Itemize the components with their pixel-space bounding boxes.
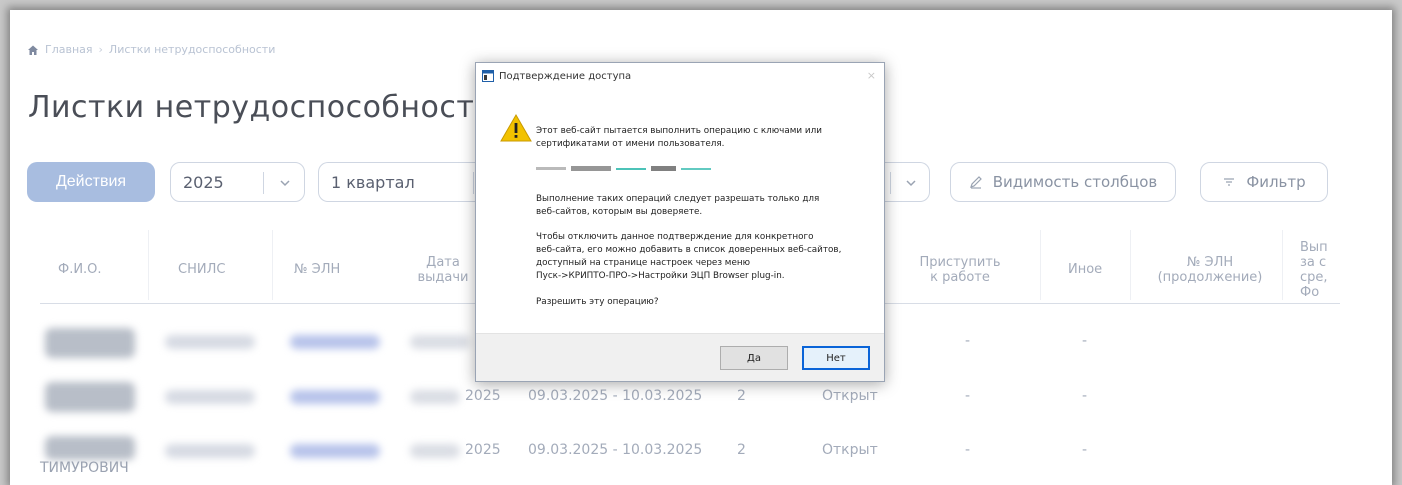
warning-icon xyxy=(500,113,532,142)
header-eln[interactable]: № ЭЛН xyxy=(294,262,340,277)
column-separator xyxy=(272,230,273,300)
breadcrumb-current: Листки нетрудоспособности xyxy=(108,43,276,56)
blurred-name xyxy=(45,328,135,358)
header-paid[interactable]: Вып за с сре, Фо xyxy=(1300,240,1340,300)
header-fio[interactable]: Ф.И.О. xyxy=(58,262,102,277)
actions-button[interactable]: Действия xyxy=(27,162,155,202)
cell-status: Открыт xyxy=(822,388,878,404)
filter-icon xyxy=(1224,178,1235,186)
column-separator xyxy=(1282,230,1283,300)
cell-period: 09.03.2025 - 10.03.2025 xyxy=(528,442,703,458)
breadcrumb: Главная › Листки нетрудоспособности xyxy=(27,43,275,56)
header-paid-line1: Вып xyxy=(1300,240,1328,255)
breadcrumb-separator: › xyxy=(98,43,103,56)
dialog-message-line: веб-сайтов, которым вы доверяете. xyxy=(536,207,703,217)
header-start-work[interactable]: Приступить к работе xyxy=(905,255,1015,285)
hidden-select-end[interactable] xyxy=(880,162,930,202)
dialog-titlebar[interactable]: Подтверждение доступа xyxy=(476,63,884,89)
blurred-eln-link[interactable] xyxy=(290,444,380,458)
no-button[interactable]: Нет xyxy=(802,346,870,370)
redacted-certificate-subject xyxy=(536,166,711,171)
cell-start-work: - xyxy=(965,333,971,349)
blurred-eln-link[interactable] xyxy=(290,335,380,349)
dialog-message-line: Выполнение таких операций следует разреш… xyxy=(536,194,820,204)
page-title: Листки нетрудоспособности xyxy=(28,90,530,125)
year-select-value: 2025 xyxy=(183,172,224,192)
blurred-snils xyxy=(165,444,255,458)
app-window: Главная › Листки нетрудоспособности Лист… xyxy=(10,10,1392,485)
close-icon[interactable]: × xyxy=(867,69,876,82)
column-separator xyxy=(1040,230,1041,300)
quarter-select[interactable]: 1 квартал xyxy=(318,162,488,202)
cell-status: Открыт xyxy=(822,442,878,458)
cell-days: 2 xyxy=(737,388,746,404)
blurred-date xyxy=(410,335,470,349)
select-divider xyxy=(263,172,264,194)
header-start-work-line1: Приступить xyxy=(919,255,1001,270)
cell-period: 09.03.2025 - 10.03.2025 xyxy=(528,388,703,404)
header-issue-date-line1: Дата xyxy=(426,255,460,270)
quarter-select-value: 1 квартал xyxy=(331,172,415,192)
column-separator xyxy=(148,230,149,300)
dialog-message-line: Этот веб-сайт пытается выполнить операци… xyxy=(536,126,822,136)
select-divider xyxy=(890,172,891,194)
cell-days: 2 xyxy=(737,442,746,458)
blurred-snils xyxy=(165,390,255,404)
cell-partial-name: ТИМУРОВИЧ xyxy=(40,460,129,476)
page-title-text: Листки нетрудоспособности xyxy=(28,90,495,125)
cell-other: - xyxy=(1082,333,1088,349)
dialog-message-line: Пуск->КРИПТО-ПРО->Настройки ЭЦП Browser … xyxy=(536,271,785,281)
year-select[interactable]: 2025 xyxy=(170,162,305,202)
header-eln-cont-line2: (продолжение) xyxy=(1157,270,1263,285)
pencil-icon xyxy=(969,176,982,189)
breadcrumb-home-link[interactable]: Главная xyxy=(45,43,93,56)
blurred-snils xyxy=(165,335,255,349)
dialog-message-line: Чтобы отключить данное подтверждение для… xyxy=(536,232,814,242)
header-issue-date[interactable]: Дата выдачи xyxy=(413,255,473,285)
cell-start-work: - xyxy=(965,388,971,404)
header-snils[interactable]: СНИЛС xyxy=(178,262,225,277)
chevron-down-icon xyxy=(280,180,290,187)
blurred-eln-link[interactable] xyxy=(290,390,380,404)
cell-other: - xyxy=(1082,388,1088,404)
cell-date-tail: 2025 xyxy=(465,442,501,458)
filter-button[interactable]: Фильтр xyxy=(1200,162,1328,202)
chevron-down-icon xyxy=(906,180,916,187)
dialog-question: Разрешить эту операцию? xyxy=(536,297,659,307)
app-window-icon xyxy=(482,70,494,82)
dialog-message-line: сертификатами от имени пользователя. xyxy=(536,139,725,149)
cell-start-work: - xyxy=(965,442,971,458)
filter-label: Фильтр xyxy=(1246,173,1306,191)
cell-other: - xyxy=(1082,442,1088,458)
header-paid-line2: за с xyxy=(1300,255,1327,270)
dialog-button-bar: Да Нет xyxy=(476,333,884,381)
column-visibility-label: Видимость столбцов xyxy=(992,173,1158,191)
dialog-message-line: доступный на странице настроек через мен… xyxy=(536,258,751,268)
blurred-name xyxy=(45,382,135,412)
home-icon[interactable] xyxy=(27,44,39,56)
header-eln-cont-line1: № ЭЛН xyxy=(1186,255,1234,270)
column-visibility-button[interactable]: Видимость столбцов xyxy=(950,162,1176,202)
header-issue-date-line2: выдачи xyxy=(417,270,469,285)
header-start-work-line2: к работе xyxy=(930,270,990,285)
yes-button[interactable]: Да xyxy=(720,346,788,370)
select-divider xyxy=(473,172,474,194)
header-paid-line3: сре, xyxy=(1300,270,1328,285)
header-paid-line4: Фо xyxy=(1300,285,1320,300)
dialog-title: Подтверждение доступа xyxy=(499,70,632,82)
header-other[interactable]: Иное xyxy=(1068,262,1102,277)
column-separator xyxy=(1130,230,1131,300)
access-confirmation-dialog: Подтверждение доступа × Этот веб-сайт пы… xyxy=(475,62,885,382)
blurred-date xyxy=(410,390,460,404)
dialog-message-line: веб-сайта, его можно добавить в список д… xyxy=(536,245,842,255)
blurred-name xyxy=(45,436,135,460)
cell-date-tail: 2025 xyxy=(465,388,501,404)
blurred-date xyxy=(410,444,460,458)
header-eln-continuation[interactable]: № ЭЛН (продолжение) xyxy=(1145,255,1275,285)
